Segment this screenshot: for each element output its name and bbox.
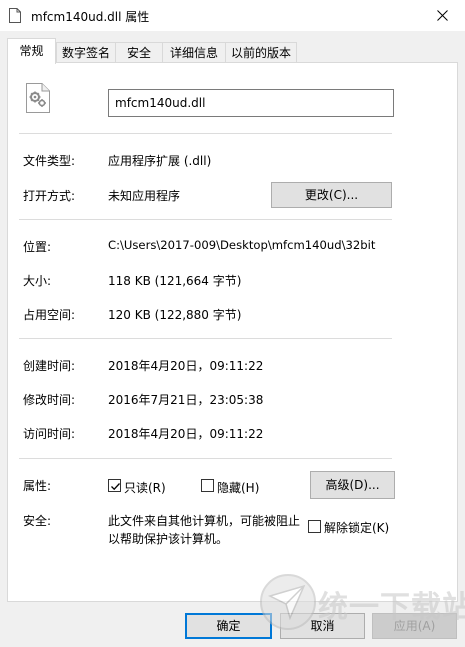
separator xyxy=(19,133,392,134)
security-text-line2: 以帮助保护该计算机。 xyxy=(108,532,229,546)
file-type-label: 文件类型: xyxy=(23,154,76,168)
unblock-label[interactable]: 解除锁定(K) xyxy=(324,519,389,536)
security-label: 安全: xyxy=(23,514,52,528)
security-text-line1: 此文件来自其他计算机，可能被阻止 xyxy=(108,514,301,528)
tab-general[interactable]: 常规 xyxy=(7,38,56,64)
hidden-label[interactable]: 隐藏(H) xyxy=(217,479,259,496)
separator xyxy=(19,458,392,459)
tab-previous-versions[interactable]: 以前的版本 xyxy=(225,42,297,63)
watermark-logo-icon xyxy=(258,572,318,632)
location-value: C:\Users\2017-009\Desktop\mfcm140ud\32bi… xyxy=(108,238,376,252)
file-icon xyxy=(9,8,21,23)
accessed-value: 2018年4月20日，09:11:22 xyxy=(108,427,264,441)
close-button[interactable] xyxy=(420,0,465,31)
modified-label: 修改时间: xyxy=(23,393,76,407)
title-bar: mfcm140ud.dll 属性 xyxy=(0,0,465,31)
attributes-label: 属性: xyxy=(23,479,52,493)
created-value: 2018年4月20日，09:11:22 xyxy=(108,359,264,373)
modified-value: 2016年7月21日，23:05:38 xyxy=(108,393,264,407)
advanced-button[interactable]: 高级(D)... xyxy=(310,471,395,499)
hidden-checkbox[interactable] xyxy=(201,479,214,492)
tab-details[interactable]: 详细信息 xyxy=(162,42,226,63)
accessed-label: 访问时间: xyxy=(23,427,76,441)
open-with-value: 未知应用程序 xyxy=(108,189,181,203)
separator xyxy=(19,338,392,339)
size-on-disk-label: 占用空间: xyxy=(23,308,76,322)
unblock-checkbox[interactable] xyxy=(308,520,321,533)
tab-security[interactable]: 安全 xyxy=(115,42,163,63)
close-icon xyxy=(437,10,448,21)
file-name-input[interactable] xyxy=(108,89,394,117)
size-label: 大小: xyxy=(23,274,52,288)
open-with-label: 打开方式: xyxy=(23,189,76,203)
change-button[interactable]: 更改(C)... xyxy=(271,182,392,208)
created-label: 创建时间: xyxy=(23,359,76,373)
gear-file-icon xyxy=(25,82,51,114)
size-on-disk-value: 120 KB (122,880 字节) xyxy=(108,308,242,322)
size-value: 118 KB (121,664 字节) xyxy=(108,274,242,288)
readonly-checkbox[interactable] xyxy=(108,479,121,492)
checkmark-icon xyxy=(111,483,120,491)
readonly-label[interactable]: 只读(R) xyxy=(124,479,166,496)
file-type-value: 应用程序扩展 (.dll) xyxy=(108,154,212,168)
location-label: 位置: xyxy=(23,240,52,254)
watermark-text: 统一下载站 xyxy=(318,590,465,625)
window-title: mfcm140ud.dll 属性 xyxy=(31,10,150,24)
separator xyxy=(19,219,392,220)
tab-digital-signatures[interactable]: 数字签名 xyxy=(56,42,116,63)
